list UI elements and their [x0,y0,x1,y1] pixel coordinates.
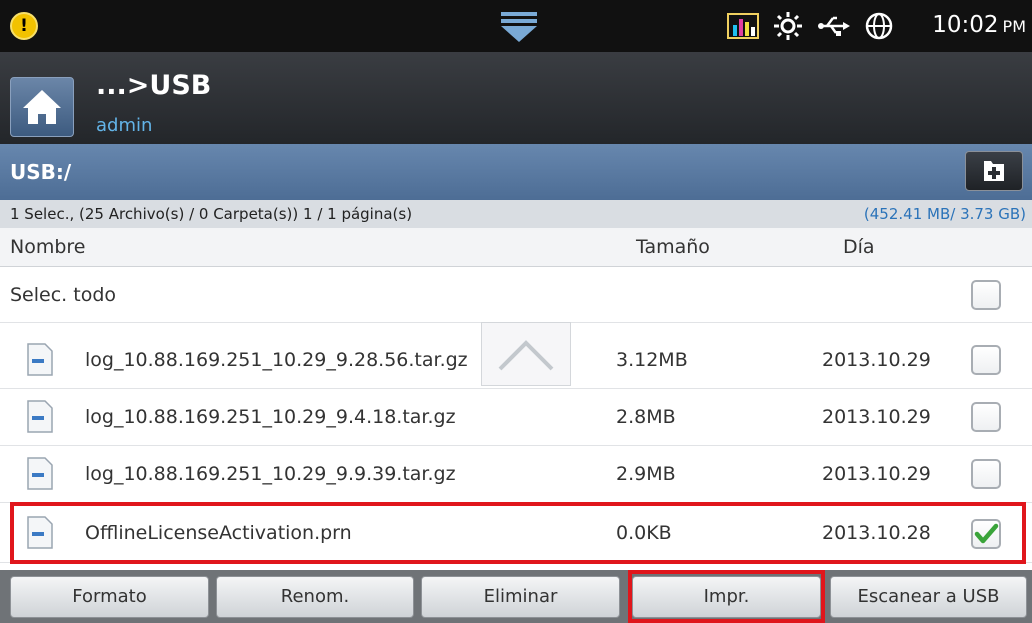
file-row[interactable]: log_10.88.169.251_10.29_9.9.39.tar.gz 2.… [0,446,1032,503]
scan-to-usb-button[interactable]: Escanear a USB [830,576,1027,618]
column-size-header[interactable]: Tamaño [636,236,710,258]
scroll-up-button[interactable] [481,322,571,386]
file-icon [27,400,53,433]
file-name: log_10.88.169.251_10.29_9.9.39.tar.gz [85,463,456,485]
alert-icon[interactable]: ! [10,12,38,40]
rename-button[interactable]: Renom. [216,576,414,618]
new-folder-button[interactable] [965,151,1023,191]
network-globe-icon[interactable] [865,12,893,40]
file-checkbox[interactable] [971,345,1001,375]
file-date: 2013.10.29 [822,463,931,485]
checkmark-icon [974,523,999,544]
brightness-icon[interactable] [773,11,803,41]
file-name: OfflineLicenseActivation.prn [85,522,352,544]
file-date: 2013.10.29 [822,349,931,371]
file-size: 2.9MB [616,463,676,485]
location-path: USB:/ [10,160,72,184]
file-size: 3.12MB [616,349,688,371]
file-name: log_10.88.169.251_10.29_9.4.18.tar.gz [85,406,456,428]
folder-add-icon [984,161,1004,181]
storage-info: (452.41 MB/ 3.73 GB) [863,205,1026,223]
info-bar: 1 Selec., (25 Archivo(s) / 0 Carpeta(s))… [0,200,1032,228]
notification-pulldown-icon[interactable] [497,10,541,44]
column-date-header[interactable]: Día [843,236,875,258]
file-date: 2013.10.29 [822,406,931,428]
title-bar: ...>USB admin [0,52,1032,144]
usb-icon[interactable] [817,14,851,38]
selection-info: 1 Selec., (25 Archivo(s) / 0 Carpeta(s))… [10,205,413,223]
location-bar: USB:/ [0,144,1032,200]
file-icon [27,516,53,549]
file-row-selected[interactable]: OfflineLicenseActivation.prn 0.0KB 2013.… [0,505,1032,563]
status-bar: ! 10:02 PM [0,0,1032,52]
chevron-up-icon [498,340,554,371]
file-checkbox-checked[interactable] [971,519,1001,549]
file-checkbox[interactable] [971,402,1001,432]
file-name: log_10.88.169.251_10.29_9.28.56.tar.gz [85,349,468,371]
page-title: ...>USB [96,70,212,101]
format-button[interactable]: Formato [10,576,209,618]
file-size: 2.8MB [616,406,676,428]
file-icon [27,457,53,490]
file-row[interactable]: log_10.88.169.251_10.29_9.4.18.tar.gz 2.… [0,389,1032,446]
select-all-row[interactable]: Selec. todo [0,267,1032,323]
file-list-header: Nombre Tamaño Día [0,228,1032,267]
file-icon [27,343,53,376]
home-button[interactable] [10,77,74,137]
file-checkbox[interactable] [971,459,1001,489]
select-all-checkbox[interactable] [971,280,1001,310]
toner-level-icon[interactable] [727,13,759,39]
print-button[interactable]: Impr. [632,576,821,618]
select-all-label: Selec. todo [10,284,117,306]
column-name-header[interactable]: Nombre [10,236,86,258]
file-size: 0.0KB [616,522,672,544]
clock: 10:02 PM [932,12,1026,38]
home-icon [23,90,61,124]
delete-button[interactable]: Eliminar [421,576,620,618]
user-label: admin [96,115,153,136]
file-date: 2013.10.28 [822,522,931,544]
